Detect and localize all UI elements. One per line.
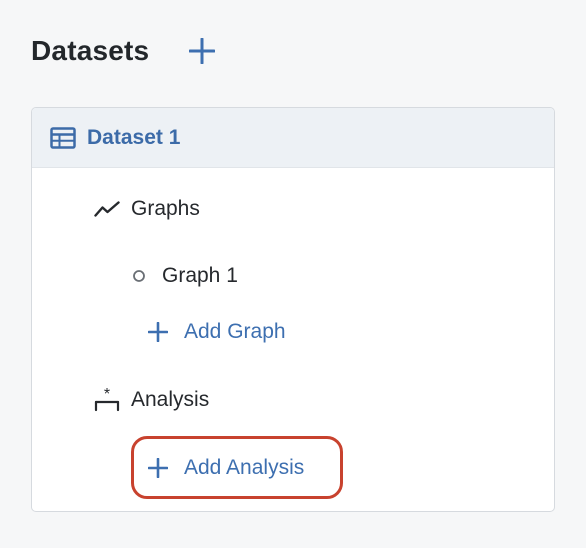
table-icon (50, 126, 76, 149)
trend-line-icon (94, 200, 120, 218)
dataset-item[interactable]: Dataset 1 (32, 108, 554, 168)
page-title: Datasets (31, 35, 150, 66)
analysis-icon: * (94, 388, 120, 412)
graphs-section[interactable]: Graphs (94, 192, 200, 226)
add-graph-label: Add Graph (184, 320, 286, 343)
analysis-section[interactable]: * Analysis (94, 383, 209, 417)
datasets-panel: Datasets Dataset 1 Graphs Graph 1 Add Gr… (0, 0, 586, 548)
graph-item-label: Graph 1 (162, 264, 238, 287)
add-dataset-button[interactable] (187, 36, 217, 66)
add-analysis-label: Add Analysis (184, 456, 305, 479)
circle-bullet-icon (132, 269, 146, 283)
plus-icon (147, 322, 169, 342)
datasets-header: Datasets (31, 29, 217, 73)
plus-icon (147, 458, 169, 478)
dataset-card: Dataset 1 Graphs Graph 1 Add Graph * Ana… (31, 107, 555, 512)
analysis-label: Analysis (131, 388, 210, 411)
svg-text:*: * (104, 388, 110, 403)
graph-item[interactable]: Graph 1 (132, 259, 238, 293)
plus-icon (189, 38, 216, 64)
add-graph-button[interactable]: Add Graph (147, 315, 286, 349)
graphs-label: Graphs (131, 197, 200, 220)
dataset-name: Dataset 1 (87, 125, 181, 149)
add-analysis-button[interactable]: Add Analysis (147, 451, 304, 485)
